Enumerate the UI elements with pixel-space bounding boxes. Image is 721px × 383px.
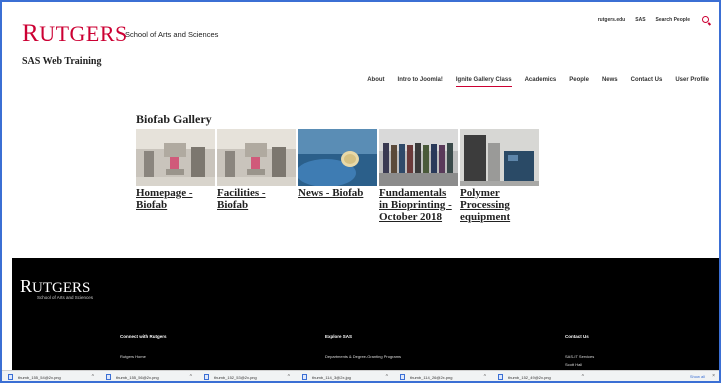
nav-news[interactable]: News (602, 77, 618, 87)
nav-academics[interactable]: Academics (525, 77, 557, 87)
file-icon (400, 374, 405, 380)
nav-contact-us[interactable]: Contact Us (631, 77, 663, 87)
footer-heading: Explore SAS (325, 334, 353, 339)
chevron-up-icon[interactable]: ^ (484, 374, 486, 380)
downloads-bar: thumb_155_54@2x.png ^ thumb_155_56@2x.png… (2, 370, 719, 381)
nav-people[interactable]: People (569, 77, 589, 87)
download-item[interactable]: thumb_152_53@2x.png ^ (198, 374, 296, 380)
nav-ignite-gallery-class[interactable]: Ignite Gallery Class (455, 77, 512, 87)
download-item[interactable]: thumb_114_26@2x.png ^ (394, 374, 492, 380)
utility-link-sas[interactable]: SAS (635, 17, 645, 23)
gallery-item-label[interactable]: Facilities - Biofab (217, 187, 296, 211)
chevron-up-icon[interactable]: ^ (92, 374, 94, 380)
gallery-item[interactable]: Homepage - Biofab (136, 129, 215, 223)
utility-link-rutgers[interactable]: rutgers.edu (598, 17, 626, 23)
file-icon (204, 374, 209, 380)
show-all-button[interactable]: Show all (690, 374, 705, 379)
nav-intro-joomla[interactable]: Intro to Joomla! (398, 77, 443, 87)
gallery-item-label[interactable]: Homepage - Biofab (136, 187, 215, 211)
file-icon (498, 374, 503, 380)
footer-column-contact: Contact Us SAS-IT Services Scott Hall (565, 334, 594, 367)
chevron-up-icon[interactable]: ^ (582, 374, 584, 380)
file-icon (302, 374, 307, 380)
gallery-item-label[interactable]: News - Biofab (298, 187, 377, 199)
nav-user-profile[interactable]: User Profile (675, 77, 709, 87)
browser-viewport: RUTGERS School of Arts and Sciences SAS … (0, 0, 721, 383)
footer-link[interactable]: Scott Hall (565, 362, 594, 367)
file-icon (8, 374, 13, 380)
site-title[interactable]: SAS Web Training (22, 56, 101, 67)
footer-logo-subtitle: School of Arts and Sciences (37, 295, 94, 300)
search-icon[interactable] (702, 16, 709, 23)
site-footer: RUTGERS School of Arts and Sciences Conn… (12, 258, 719, 370)
main-nav: About Intro to Joomla! Ignite Gallery Cl… (367, 77, 709, 87)
gallery-item[interactable]: Fundamentals in Bioprinting - October 20… (379, 129, 458, 223)
gallery-item[interactable]: News - Biofab (298, 129, 377, 223)
gallery-item[interactable]: Polymer Processing equipment (460, 129, 539, 223)
utility-link-search-people[interactable]: Search People (656, 17, 690, 23)
close-icon[interactable]: × (712, 373, 715, 379)
footer-column-explore: Explore SAS Departments & Degree-Grantin… (325, 334, 401, 359)
chevron-up-icon[interactable]: ^ (190, 374, 192, 380)
file-icon (106, 374, 111, 380)
gallery-title: Biofab Gallery (136, 112, 212, 126)
site-header: RUTGERS School of Arts and Sciences SAS … (2, 2, 719, 94)
gloved-hand-sample-photo[interactable] (298, 129, 377, 186)
footer-heading: Contact Us (565, 334, 589, 339)
lab-equipment-photo[interactable] (136, 129, 215, 186)
footer-link[interactable]: Departments & Degree-Granting Programs (325, 354, 401, 359)
gallery-grid: Homepage - Biofab Facilities - Biofab Ne… (136, 129, 539, 223)
footer-link[interactable]: Rutgers Home (120, 354, 167, 359)
download-item[interactable]: thumb_152_49@2x.png ^ (492, 374, 590, 380)
chevron-up-icon[interactable]: ^ (288, 374, 290, 380)
gallery-item-label[interactable]: Fundamentals in Bioprinting - October 20… (379, 187, 458, 223)
download-item[interactable]: thumb_155_54@2x.png ^ (2, 374, 100, 380)
download-item[interactable]: thumb_155_56@2x.png ^ (100, 374, 198, 380)
gallery-item-label[interactable]: Polymer Processing equipment (460, 187, 539, 223)
gallery-section: Biofab Gallery Homepage - Biofab Facilit… (136, 112, 539, 223)
gallery-item[interactable]: Facilities - Biofab (217, 129, 296, 223)
footer-heading: Connect with Rutgers (120, 334, 167, 339)
group-photo[interactable] (379, 129, 458, 186)
footer-link[interactable]: SAS-IT Services (565, 354, 594, 359)
nav-about[interactable]: About (367, 77, 384, 87)
machinery-photo[interactable] (460, 129, 539, 186)
logo-subtitle: School of Arts and Sciences (125, 30, 219, 39)
chevron-up-icon[interactable]: ^ (386, 374, 388, 380)
rutgers-logo[interactable]: RUTGERS (22, 20, 128, 48)
utility-nav: rutgers.edu SAS Search People (598, 16, 709, 23)
download-item[interactable]: thumb_114_3@2x.jpg ^ (296, 374, 394, 380)
footer-rutgers-logo[interactable]: RUTGERS (20, 276, 90, 297)
lab-equipment-photo[interactable] (217, 129, 296, 186)
footer-column-connect: Connect with Rutgers Rutgers Home (120, 334, 167, 359)
